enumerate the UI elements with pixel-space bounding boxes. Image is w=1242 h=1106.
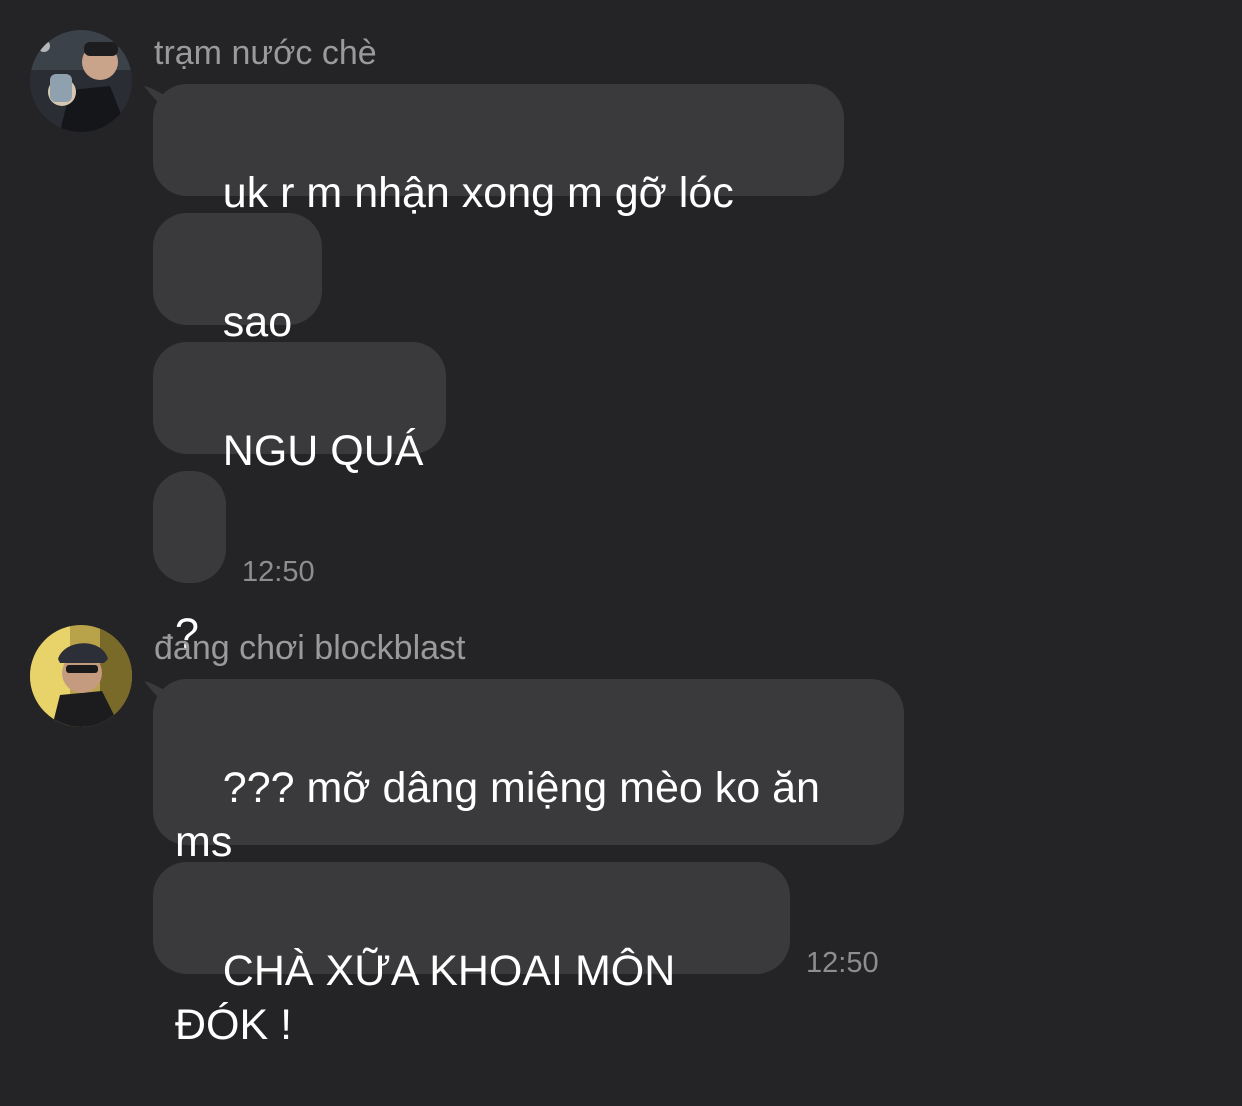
- sender-name: trạm nước chè: [154, 34, 377, 72]
- message-bubble[interactable]: ??? mỡ dâng miệng mèo ko ăn ms là NGU: [153, 679, 904, 920]
- message-bubble[interactable]: ?: [153, 471, 226, 658]
- message-bubble[interactable]: sao m: [153, 213, 322, 400]
- message-timestamp: 12:50: [242, 556, 315, 588]
- sender-name: đang chơi blockblast: [154, 629, 466, 667]
- sender-avatar-1[interactable]: [30, 30, 132, 132]
- message-text: CHÀ XỮA KHOAI MÔN ĐÓK !: [175, 947, 688, 1049]
- avatar-photo-icon: [30, 30, 132, 132]
- message-timestamp: 12:50: [806, 947, 879, 979]
- avatar-photo-icon: [30, 625, 132, 727]
- sender-avatar-2[interactable]: [30, 625, 132, 727]
- message-bubble[interactable]: CHÀ XỮA KHOAI MÔN ĐÓK !: [153, 862, 790, 1049]
- message-bubble[interactable]: NGU QUÁ V: [153, 342, 446, 529]
- message-bubble[interactable]: uk r m nhận xong m gỡ lóc thiệt: [153, 84, 844, 271]
